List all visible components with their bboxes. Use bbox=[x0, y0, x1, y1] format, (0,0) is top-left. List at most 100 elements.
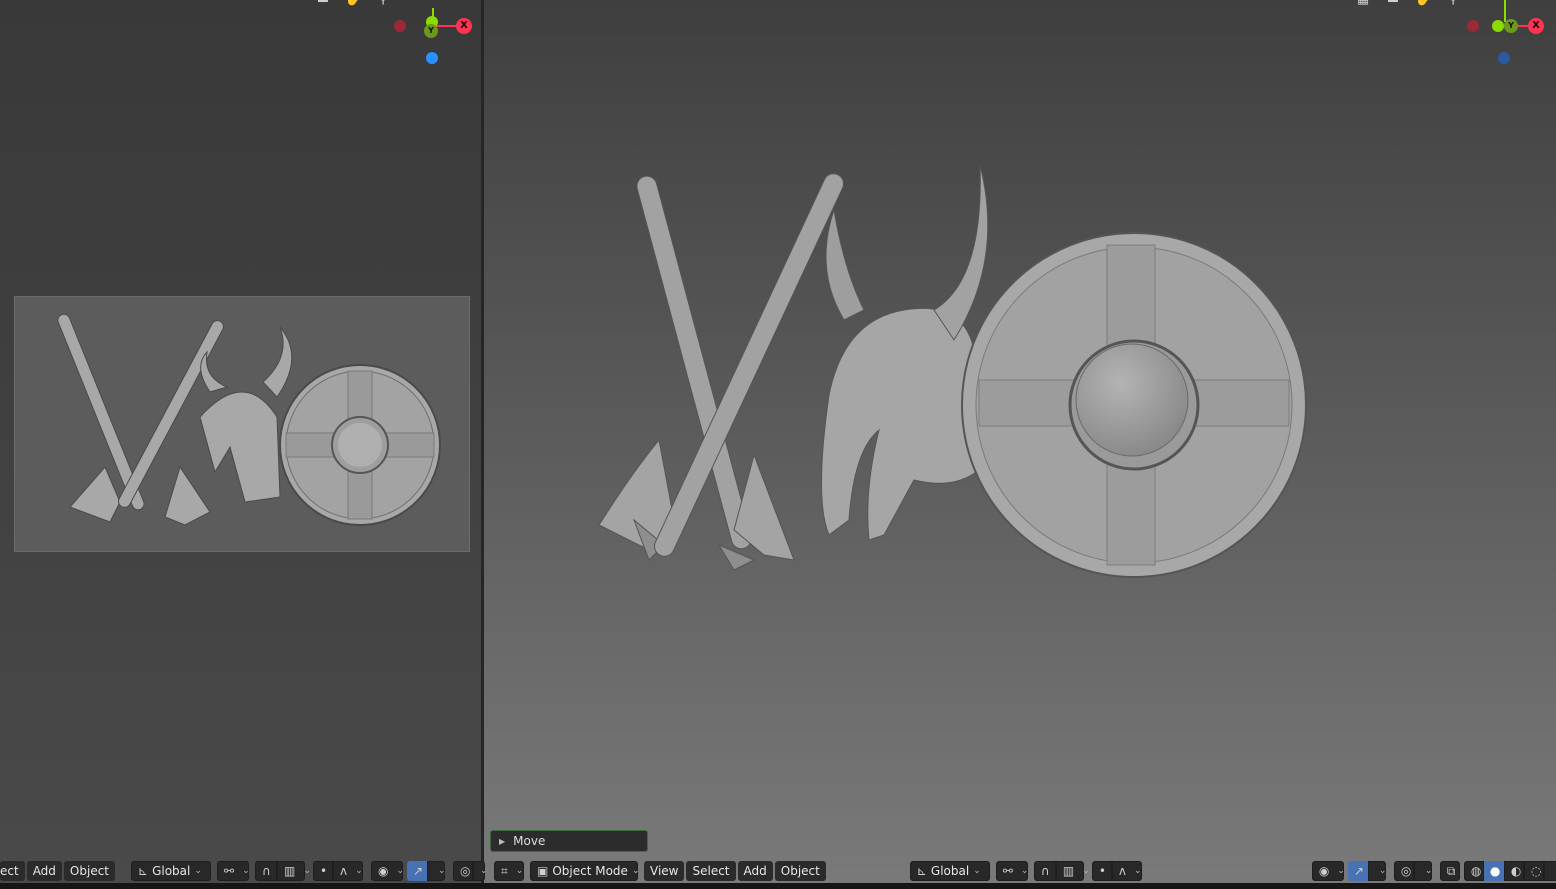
y-axis-label[interactable]: Y bbox=[424, 24, 438, 38]
visibility-dropdown[interactable]: ◉ ⌄ bbox=[371, 861, 405, 881]
round-shield bbox=[279, 364, 441, 526]
snap-toggle[interactable]: ∩ bbox=[1033, 861, 1056, 881]
orientation-icon: ⊾ bbox=[916, 864, 927, 878]
chevron-down-icon: ⌄ bbox=[1378, 866, 1387, 876]
menu-select[interactable]: ect bbox=[0, 861, 25, 881]
menu-object[interactable]: Object bbox=[63, 861, 116, 881]
wireframe-icon: ◍ bbox=[1470, 864, 1482, 878]
shading-dropdown[interactable]: ⌄ bbox=[1543, 861, 1556, 881]
rendered-icon: ◌ bbox=[1530, 864, 1542, 878]
gizmo-icon: ↗ bbox=[1353, 864, 1364, 878]
snap-target-dropdown[interactable]: ▥ ⌄ bbox=[277, 861, 311, 881]
menu-object[interactable]: Object bbox=[774, 861, 826, 881]
gizmo-toggle[interactable]: ↗ bbox=[1347, 861, 1368, 881]
proportional-icon: • bbox=[1098, 864, 1106, 878]
camera-icon[interactable]: ▬ bbox=[312, 0, 334, 8]
snap-increment-icon: ▥ bbox=[284, 864, 296, 878]
pivot-icon: ⚯ bbox=[224, 864, 235, 878]
hand-icon[interactable]: ✋ bbox=[342, 0, 364, 8]
xray-icon: ⧉ bbox=[1446, 863, 1456, 878]
transform-orientation-dropdown[interactable]: ⊾ Global ⌄ bbox=[131, 861, 212, 881]
z-axis-dot[interactable] bbox=[426, 52, 438, 64]
pivot-point-dropdown[interactable]: ⚯ ⌄ bbox=[217, 861, 250, 881]
eye-icon: ◉ bbox=[378, 864, 389, 878]
chevron-down-icon: ⌄ bbox=[1424, 866, 1433, 876]
overlay-icon: ◎ bbox=[460, 864, 471, 878]
gizmo-dropdown[interactable]: ⌄ bbox=[427, 861, 446, 881]
scene-render-small bbox=[57, 313, 441, 526]
status-bar bbox=[0, 883, 1556, 889]
editor-type-dropdown[interactable]: ⌗ ⌄ bbox=[494, 861, 524, 881]
xray-toggle[interactable]: ⧉ bbox=[1439, 861, 1460, 881]
pivot-icon: ⚯ bbox=[1002, 864, 1013, 878]
expand-triangle-icon[interactable]: ▶ bbox=[499, 837, 505, 846]
falloff-icon: ʌ bbox=[1118, 864, 1126, 878]
neg-x-axis-dot[interactable] bbox=[394, 20, 406, 32]
chevron-down-icon: ⌄ bbox=[1337, 866, 1345, 876]
shading-wireframe[interactable]: ◍ bbox=[1463, 861, 1484, 881]
snap-increment-icon: ▥ bbox=[1062, 864, 1075, 878]
last-operator-panel[interactable]: ▶ Move bbox=[490, 830, 648, 852]
left-header-toolbar: ect Add Object ⊾ Global ⌄ ⚯ ⌄ ∩ ▥ ⌄ • ʌ ⌄ ◉… bbox=[0, 859, 493, 883]
snap-target-dropdown[interactable]: ▥ ⌄ bbox=[1055, 861, 1090, 881]
overlay-icon: ◎ bbox=[1400, 864, 1412, 878]
axe-right bbox=[653, 173, 845, 571]
viewport-icon: ⌗ bbox=[501, 863, 508, 878]
chevron-down-icon: ⌄ bbox=[303, 866, 311, 876]
orientation-label: Global bbox=[930, 864, 970, 878]
visibility-dropdown[interactable]: ◉ ⌄ bbox=[1311, 861, 1345, 881]
gizmo-toggle[interactable]: ↗ bbox=[407, 861, 428, 881]
pivot-point-dropdown[interactable]: ⚯ ⌄ bbox=[995, 861, 1029, 881]
round-shield bbox=[961, 232, 1307, 578]
shading-material[interactable]: ◐ bbox=[1503, 861, 1524, 881]
menu-select[interactable]: Select bbox=[686, 861, 736, 881]
shading-rendered[interactable]: ◌ bbox=[1523, 861, 1544, 881]
magnet-icon: ∩ bbox=[1040, 864, 1050, 878]
mode-label: Object Mode bbox=[552, 864, 628, 878]
operator-label: Move bbox=[513, 834, 546, 848]
chevron-down-icon: ⌄ bbox=[515, 866, 524, 876]
orientation-icon: ⊾ bbox=[138, 864, 149, 878]
proportional-edit-toggle[interactable]: • bbox=[1091, 861, 1112, 881]
proportional-edit-toggle[interactable]: • bbox=[313, 861, 334, 881]
material-icon: ◐ bbox=[1510, 864, 1522, 878]
chevron-down-icon: ⌄ bbox=[438, 866, 446, 876]
chevron-down-icon: ⌄ bbox=[242, 866, 250, 876]
zoom-icon[interactable]: ⚲ bbox=[372, 0, 394, 8]
overlay-dropdown[interactable]: ⌄ bbox=[1413, 861, 1433, 881]
falloff-dropdown[interactable]: ʌ ⌄ bbox=[333, 861, 364, 881]
mode-dropdown[interactable]: ▣ Object Mode ⌄ bbox=[530, 861, 640, 881]
snap-toggle[interactable]: ∩ bbox=[255, 861, 278, 881]
chevron-down-icon: ⌄ bbox=[194, 866, 202, 876]
overlay-toggle[interactable]: ◎ bbox=[453, 861, 474, 881]
right-viewport[interactable]: ▦ ▬ ✋ ⚲ X Y bbox=[484, 0, 1556, 889]
chevron-down-icon: ⌄ bbox=[631, 866, 640, 876]
chevron-down-icon: ⌄ bbox=[1082, 866, 1090, 876]
object-mode-icon: ▣ bbox=[537, 864, 549, 878]
chevron-down-icon: ⌄ bbox=[1020, 866, 1029, 876]
solid-icon: ● bbox=[1489, 864, 1501, 878]
viking-helmet bbox=[821, 164, 989, 541]
magnet-icon: ∩ bbox=[262, 864, 271, 878]
overlay-toggle[interactable]: ◎ bbox=[1393, 861, 1414, 881]
x-axis-label[interactable]: X bbox=[456, 18, 472, 34]
transform-orientation-dropdown[interactable]: ⊾ Global ⌄ bbox=[909, 861, 990, 881]
menu-add[interactable]: Add bbox=[737, 861, 773, 881]
proportional-icon: • bbox=[320, 864, 328, 878]
eye-icon: ◉ bbox=[1318, 864, 1330, 878]
chevron-down-icon: ⌄ bbox=[396, 866, 405, 876]
chevron-down-icon: ⌄ bbox=[480, 866, 488, 876]
scene-render-large bbox=[598, 164, 1307, 578]
gizmo-dropdown[interactable]: ⌄ bbox=[1367, 861, 1387, 881]
shading-solid[interactable]: ● bbox=[1483, 861, 1504, 881]
gizmo-icon: ↗ bbox=[413, 864, 424, 878]
falloff-icon: ʌ bbox=[340, 864, 348, 878]
menu-view[interactable]: View bbox=[644, 861, 685, 881]
overlay-dropdown[interactable]: ⌄ bbox=[473, 861, 488, 881]
menu-add[interactable]: Add bbox=[26, 861, 62, 881]
camera-frame bbox=[14, 296, 470, 552]
falloff-dropdown[interactable]: ʌ ⌄ bbox=[1111, 861, 1142, 881]
orientation-label: Global bbox=[152, 864, 191, 878]
left-viewport[interactable]: ▬ ✋ ⚲ X Y bbox=[0, 0, 481, 889]
chevron-down-icon: ⌄ bbox=[355, 866, 363, 876]
